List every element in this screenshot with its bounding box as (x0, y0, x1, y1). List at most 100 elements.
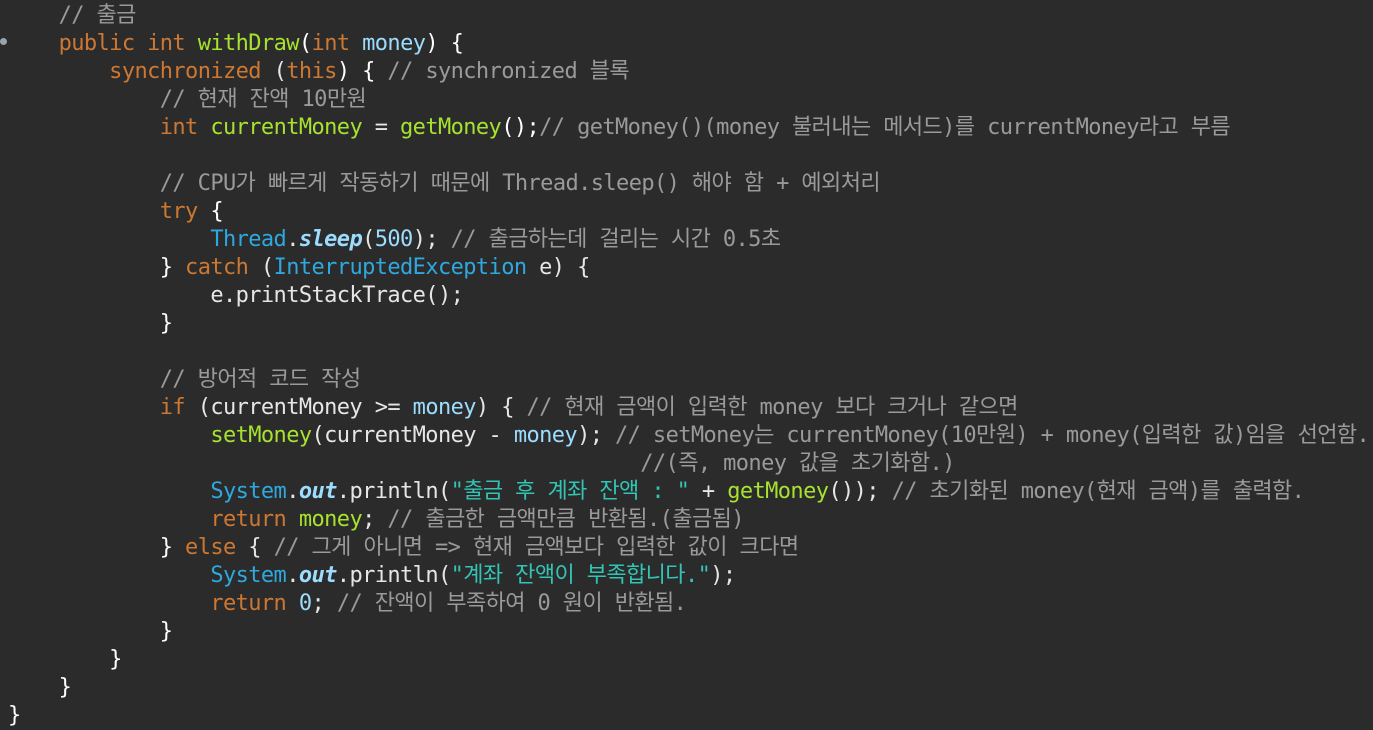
code-token: out (298, 479, 338, 504)
code-token: currentMoney (210, 115, 363, 140)
code-token: } (159, 535, 186, 560)
code-token: int (311, 31, 351, 56)
code-line[interactable]: } (8, 702, 21, 730)
code-line[interactable]: System.out.println("계좌 잔액이 부족합니다."); (8, 562, 736, 590)
code-token: int (159, 115, 199, 140)
code-token: else (185, 535, 236, 560)
code-token: // setMoney는 currentMoney(10만원) + money(… (615, 423, 1370, 448)
code-token: System (210, 479, 287, 504)
code-token: Thread (210, 227, 287, 252)
code-line[interactable]: // CPU가 빠르게 작동하기 때문에 Thread.sleep() 해야 함… (8, 170, 881, 198)
code-token: int (147, 31, 186, 56)
code-token: withDraw (197, 31, 300, 56)
code-line[interactable]: } (8, 674, 72, 702)
code-token: ()); (828, 479, 892, 504)
code-token: // getMoney()(money 불러내는 메서드)를 currentMo… (539, 115, 1231, 140)
code-token: InterruptedException (273, 255, 528, 280)
fold-marker-icon[interactable] (0, 38, 7, 45)
code-token: // 잔액이 부족하여 0 원이 반환됨. (336, 591, 687, 616)
code-token: .println( (336, 563, 451, 588)
code-editor[interactable]: // 출금 public int withDraw(int money) { s… (0, 0, 1373, 730)
code-token: ); (412, 227, 451, 252)
code-line[interactable]: //(즉, money 값을 초기화함.) (8, 450, 955, 478)
code-token: = (362, 115, 401, 140)
code-line[interactable]: // 현재 잔액 10만원 (8, 86, 367, 114)
code-line[interactable]: } (8, 310, 173, 338)
code-token: ( (298, 31, 312, 56)
code-line[interactable]: return money; // 출금한 금액만큼 반환됨.(출금됨) (8, 506, 744, 534)
code-token: . (286, 227, 299, 252)
code-token: //(즉, money 값을 초기화함.) (640, 451, 955, 476)
code-token: .println( (336, 479, 451, 504)
code-line[interactable]: // 출금 (8, 2, 137, 30)
code-token: ); (710, 563, 736, 588)
code-line[interactable]: try { (8, 198, 224, 226)
code-token: money (412, 395, 477, 420)
code-token: } (8, 703, 21, 728)
code-line[interactable]: } else { // 그게 아니면 => 현재 금액보다 입력한 값이 크다면 (8, 534, 800, 562)
code-token: } (159, 255, 186, 280)
code-token: // synchronized 블록 (387, 59, 630, 84)
code-line[interactable]: // 방어적 코드 작성 (8, 366, 361, 394)
code-token: this (286, 59, 337, 84)
code-line[interactable]: return 0; // 잔액이 부족하여 0 원이 반환됨. (8, 590, 687, 618)
code-token: { (235, 535, 274, 560)
code-token: return (210, 507, 287, 532)
code-line[interactable]: Thread.sleep(500); // 출금하는데 걸리는 시간 0.5초 (8, 226, 781, 254)
code-token: (currentMoney - (311, 423, 514, 448)
code-token: // 그게 아니면 => 현재 금액보다 입력한 값이 크다면 (273, 535, 800, 560)
code-token: ( (248, 255, 274, 280)
code-token: } (159, 311, 173, 336)
code-token: // 현재 금액이 입력한 money 보다 크거나 같으면 (526, 395, 1019, 420)
code-line[interactable]: synchronized (this) { // synchronized 블록 (8, 58, 629, 86)
code-line[interactable]: int currentMoney = getMoney();// getMone… (8, 114, 1231, 142)
code-token: ) { (336, 59, 388, 84)
code-token: 500 (374, 227, 414, 252)
code-token: setMoney (210, 423, 312, 448)
code-token: try (159, 199, 199, 224)
code-token: } (159, 619, 173, 644)
code-line[interactable]: e.printStackTrace(); (8, 282, 464, 310)
code-token: } (58, 675, 72, 700)
code-line[interactable]: setMoney(currentMoney - money); // setMo… (8, 422, 1369, 450)
code-token: (); (501, 115, 540, 140)
code-line[interactable]: if (currentMoney >= money) { // 현재 금액이 입… (8, 394, 1019, 422)
code-token: out (298, 563, 338, 588)
code-token: // 출금 (58, 3, 137, 28)
code-line[interactable]: } (8, 646, 122, 674)
code-token: // 초기화된 money(현재 금액)를 출력함. (891, 479, 1305, 504)
code-token: // 방어적 코드 작성 (159, 367, 361, 392)
code-token: synchronized (109, 59, 261, 84)
code-line[interactable]: public int withDraw(int money) { (8, 30, 464, 58)
code-line[interactable]: System.out.println("출금 후 계좌 잔액 : " + get… (8, 478, 1305, 506)
code-token: ); (577, 423, 615, 448)
code-token: ; (311, 591, 337, 616)
code-token: ( (260, 59, 287, 84)
code-line[interactable]: } catch (InterruptedException e) { (8, 254, 591, 282)
code-line[interactable]: } (8, 618, 173, 646)
code-token: money (298, 507, 363, 532)
code-token: getMoney (400, 115, 502, 140)
code-token: (currentMoney >= (185, 395, 413, 420)
code-token: "계좌 잔액이 부족합니다." (450, 563, 711, 588)
